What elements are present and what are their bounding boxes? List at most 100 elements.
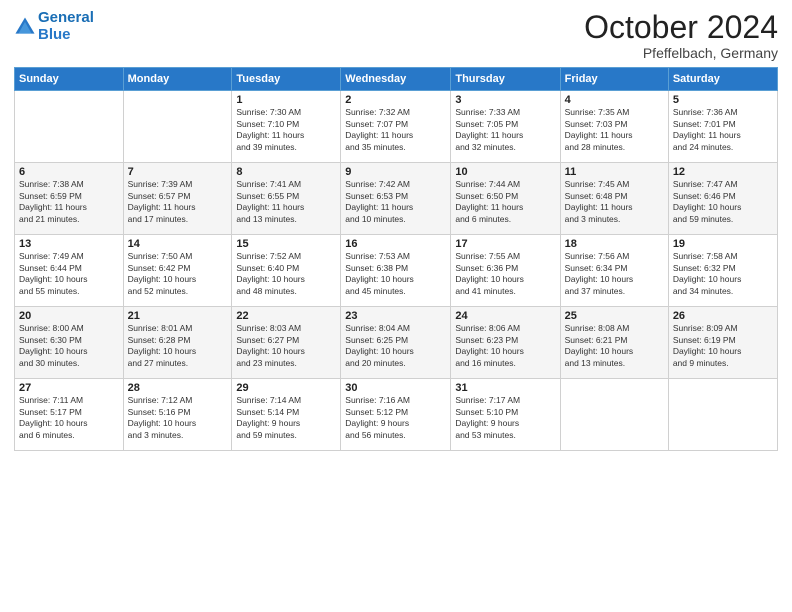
logo-general: General <box>38 9 94 26</box>
day-number: 1 <box>236 94 336 106</box>
weekday-header-monday: Monday <box>123 68 232 91</box>
weekday-header-saturday: Saturday <box>668 68 777 91</box>
calendar-header-row: SundayMondayTuesdayWednesdayThursdayFrid… <box>15 68 778 91</box>
calendar-cell: 4Sunrise: 7:35 AMSunset: 7:03 PMDaylight… <box>560 91 668 163</box>
calendar-cell: 3Sunrise: 7:33 AMSunset: 7:05 PMDaylight… <box>451 91 560 163</box>
day-number: 28 <box>128 382 228 394</box>
calendar-cell: 27Sunrise: 7:11 AMSunset: 5:17 PMDayligh… <box>15 379 124 451</box>
day-info: Sunrise: 7:56 AMSunset: 6:34 PMDaylight:… <box>565 251 664 297</box>
calendar-cell: 18Sunrise: 7:56 AMSunset: 6:34 PMDayligh… <box>560 235 668 307</box>
day-info: Sunrise: 8:00 AMSunset: 6:30 PMDaylight:… <box>19 323 119 369</box>
calendar-cell: 8Sunrise: 7:41 AMSunset: 6:55 PMDaylight… <box>232 163 341 235</box>
day-info: Sunrise: 7:49 AMSunset: 6:44 PMDaylight:… <box>19 251 119 297</box>
calendar-week-row: 1Sunrise: 7:30 AMSunset: 7:10 PMDaylight… <box>15 91 778 163</box>
weekday-header-thursday: Thursday <box>451 68 560 91</box>
day-number: 21 <box>128 310 228 322</box>
calendar-cell: 13Sunrise: 7:49 AMSunset: 6:44 PMDayligh… <box>15 235 124 307</box>
calendar-cell: 5Sunrise: 7:36 AMSunset: 7:01 PMDaylight… <box>668 91 777 163</box>
day-number: 15 <box>236 238 336 250</box>
day-number: 17 <box>455 238 555 250</box>
day-info: Sunrise: 8:03 AMSunset: 6:27 PMDaylight:… <box>236 323 336 369</box>
day-number: 18 <box>565 238 664 250</box>
logo-icon <box>14 16 36 38</box>
calendar-cell: 1Sunrise: 7:30 AMSunset: 7:10 PMDaylight… <box>232 91 341 163</box>
calendar-cell <box>15 91 124 163</box>
day-number: 29 <box>236 382 336 394</box>
weekday-header-wednesday: Wednesday <box>341 68 451 91</box>
calendar-week-row: 27Sunrise: 7:11 AMSunset: 5:17 PMDayligh… <box>15 379 778 451</box>
day-info: Sunrise: 7:47 AMSunset: 6:46 PMDaylight:… <box>673 179 773 225</box>
calendar-cell: 16Sunrise: 7:53 AMSunset: 6:38 PMDayligh… <box>341 235 451 307</box>
day-number: 4 <box>565 94 664 106</box>
day-number: 6 <box>19 166 119 178</box>
weekday-header-tuesday: Tuesday <box>232 68 341 91</box>
day-info: Sunrise: 7:50 AMSunset: 6:42 PMDaylight:… <box>128 251 228 297</box>
calendar-cell: 25Sunrise: 8:08 AMSunset: 6:21 PMDayligh… <box>560 307 668 379</box>
calendar-cell <box>668 379 777 451</box>
day-number: 30 <box>345 382 446 394</box>
calendar-table: SundayMondayTuesdayWednesdayThursdayFrid… <box>14 67 778 451</box>
calendar-cell: 11Sunrise: 7:45 AMSunset: 6:48 PMDayligh… <box>560 163 668 235</box>
day-info: Sunrise: 7:16 AMSunset: 5:12 PMDaylight:… <box>345 395 446 441</box>
day-info: Sunrise: 8:08 AMSunset: 6:21 PMDaylight:… <box>565 323 664 369</box>
day-number: 8 <box>236 166 336 178</box>
calendar-cell: 14Sunrise: 7:50 AMSunset: 6:42 PMDayligh… <box>123 235 232 307</box>
day-number: 10 <box>455 166 555 178</box>
day-info: Sunrise: 7:11 AMSunset: 5:17 PMDaylight:… <box>19 395 119 441</box>
logo: General Blue <box>14 10 94 43</box>
title-block: October 2024 Pfeffelbach, Germany <box>584 10 778 61</box>
day-number: 5 <box>673 94 773 106</box>
calendar-cell <box>560 379 668 451</box>
calendar-cell: 30Sunrise: 7:16 AMSunset: 5:12 PMDayligh… <box>341 379 451 451</box>
day-info: Sunrise: 7:38 AMSunset: 6:59 PMDaylight:… <box>19 179 119 225</box>
day-number: 22 <box>236 310 336 322</box>
calendar-cell: 24Sunrise: 8:06 AMSunset: 6:23 PMDayligh… <box>451 307 560 379</box>
logo-blue: Blue <box>38 26 71 43</box>
day-info: Sunrise: 7:36 AMSunset: 7:01 PMDaylight:… <box>673 107 773 153</box>
day-number: 3 <box>455 94 555 106</box>
day-info: Sunrise: 7:52 AMSunset: 6:40 PMDaylight:… <box>236 251 336 297</box>
page-subtitle: Pfeffelbach, Germany <box>584 45 778 61</box>
day-number: 31 <box>455 382 555 394</box>
day-info: Sunrise: 7:30 AMSunset: 7:10 PMDaylight:… <box>236 107 336 153</box>
day-info: Sunrise: 7:53 AMSunset: 6:38 PMDaylight:… <box>345 251 446 297</box>
calendar-cell: 7Sunrise: 7:39 AMSunset: 6:57 PMDaylight… <box>123 163 232 235</box>
calendar-cell: 9Sunrise: 7:42 AMSunset: 6:53 PMDaylight… <box>341 163 451 235</box>
calendar-cell: 2Sunrise: 7:32 AMSunset: 7:07 PMDaylight… <box>341 91 451 163</box>
day-info: Sunrise: 7:55 AMSunset: 6:36 PMDaylight:… <box>455 251 555 297</box>
day-number: 11 <box>565 166 664 178</box>
day-info: Sunrise: 8:09 AMSunset: 6:19 PMDaylight:… <box>673 323 773 369</box>
calendar-cell: 31Sunrise: 7:17 AMSunset: 5:10 PMDayligh… <box>451 379 560 451</box>
day-info: Sunrise: 7:44 AMSunset: 6:50 PMDaylight:… <box>455 179 555 225</box>
day-number: 7 <box>128 166 228 178</box>
day-info: Sunrise: 7:58 AMSunset: 6:32 PMDaylight:… <box>673 251 773 297</box>
day-info: Sunrise: 7:32 AMSunset: 7:07 PMDaylight:… <box>345 107 446 153</box>
calendar-cell: 12Sunrise: 7:47 AMSunset: 6:46 PMDayligh… <box>668 163 777 235</box>
calendar-week-row: 6Sunrise: 7:38 AMSunset: 6:59 PMDaylight… <box>15 163 778 235</box>
page: General Blue October 2024 Pfeffelbach, G… <box>0 0 792 612</box>
day-info: Sunrise: 7:45 AMSunset: 6:48 PMDaylight:… <box>565 179 664 225</box>
calendar-cell <box>123 91 232 163</box>
calendar-cell: 26Sunrise: 8:09 AMSunset: 6:19 PMDayligh… <box>668 307 777 379</box>
day-number: 27 <box>19 382 119 394</box>
logo-text: General Blue <box>38 10 94 43</box>
calendar-cell: 19Sunrise: 7:58 AMSunset: 6:32 PMDayligh… <box>668 235 777 307</box>
calendar-cell: 28Sunrise: 7:12 AMSunset: 5:16 PMDayligh… <box>123 379 232 451</box>
calendar-cell: 29Sunrise: 7:14 AMSunset: 5:14 PMDayligh… <box>232 379 341 451</box>
day-info: Sunrise: 8:06 AMSunset: 6:23 PMDaylight:… <box>455 323 555 369</box>
day-number: 19 <box>673 238 773 250</box>
day-info: Sunrise: 7:17 AMSunset: 5:10 PMDaylight:… <box>455 395 555 441</box>
day-info: Sunrise: 7:39 AMSunset: 6:57 PMDaylight:… <box>128 179 228 225</box>
calendar-cell: 15Sunrise: 7:52 AMSunset: 6:40 PMDayligh… <box>232 235 341 307</box>
weekday-header-sunday: Sunday <box>15 68 124 91</box>
day-info: Sunrise: 8:04 AMSunset: 6:25 PMDaylight:… <box>345 323 446 369</box>
day-info: Sunrise: 7:41 AMSunset: 6:55 PMDaylight:… <box>236 179 336 225</box>
day-number: 16 <box>345 238 446 250</box>
day-info: Sunrise: 7:12 AMSunset: 5:16 PMDaylight:… <box>128 395 228 441</box>
calendar-cell: 20Sunrise: 8:00 AMSunset: 6:30 PMDayligh… <box>15 307 124 379</box>
weekday-header-friday: Friday <box>560 68 668 91</box>
day-number: 14 <box>128 238 228 250</box>
day-info: Sunrise: 7:14 AMSunset: 5:14 PMDaylight:… <box>236 395 336 441</box>
header: General Blue October 2024 Pfeffelbach, G… <box>14 10 778 61</box>
calendar-week-row: 13Sunrise: 7:49 AMSunset: 6:44 PMDayligh… <box>15 235 778 307</box>
